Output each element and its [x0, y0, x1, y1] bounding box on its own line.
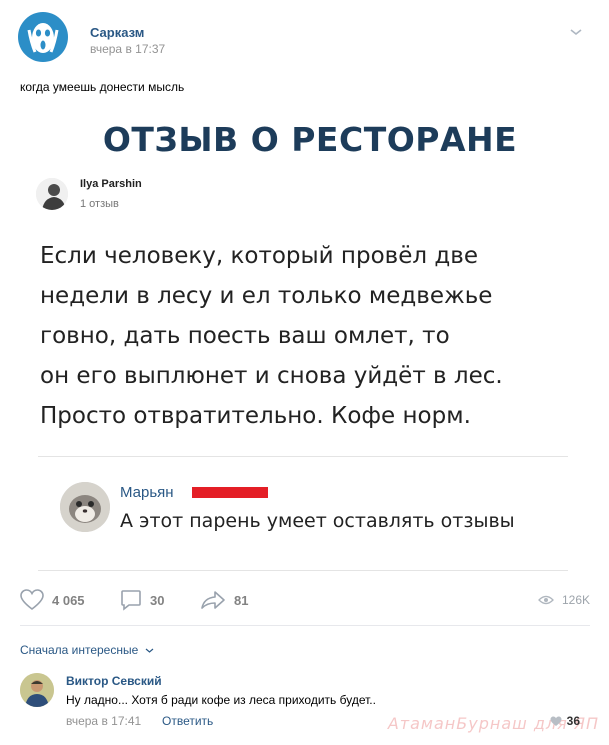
avatar[interactable] — [20, 673, 54, 707]
post-text: когда умеешь донести мысль — [20, 80, 185, 94]
post-header: Сарказм вчера в 17:37 — [18, 12, 593, 64]
group-name[interactable]: Сарказм — [90, 25, 144, 40]
like-count: 4 065 — [52, 592, 85, 608]
comment-text: Ну ладно... Хотя б ради кофе из леса при… — [66, 693, 376, 707]
author-avatar — [36, 178, 68, 210]
eye-icon — [538, 595, 554, 605]
author-review-count: 1 отзыв — [80, 198, 119, 210]
like-button[interactable]: 4 065 — [20, 588, 85, 612]
views-count: 126K — [561, 593, 590, 607]
review-line: говно, дать поесть ваш омлет, то — [40, 323, 450, 349]
reply-text: А этот парень умеет оставлять отзывы — [120, 510, 515, 532]
share-button[interactable]: 81 — [200, 588, 248, 612]
comment-sort-dropdown[interactable]: Сначала интересные — [20, 643, 154, 657]
review-image[interactable]: ОТЗЫВ О РЕСТОРАНЕ Ilya Parshin 1 отзыв Е… — [20, 110, 590, 580]
post-time[interactable]: вчера в 17:37 — [90, 42, 165, 56]
redaction-bar — [192, 487, 268, 498]
share-icon — [201, 591, 225, 609]
comment-author[interactable]: Виктор Севский — [66, 674, 162, 688]
comment-like-count: 36 — [566, 714, 580, 728]
divider — [38, 456, 568, 457]
divider — [20, 625, 590, 626]
card-title: ОТЗЫВ О РЕСТОРАНЕ — [102, 120, 518, 159]
reply-author: Марьян — [120, 484, 174, 501]
post-actions: 4 065 30 81 126K — [20, 588, 590, 616]
review-line: Просто отвратительно. Кофе норм. — [40, 403, 471, 429]
comment-like-button[interactable]: 36 — [550, 714, 580, 728]
heart-icon — [550, 716, 562, 726]
comment-icon — [121, 590, 141, 611]
heart-icon — [20, 589, 44, 611]
review-line: он его выплюнет и снова уйдёт в лес. — [40, 363, 503, 389]
comment-count: 30 — [150, 592, 165, 608]
group-avatar[interactable] — [18, 12, 68, 62]
divider — [38, 570, 568, 571]
comment-button[interactable]: 30 — [120, 588, 164, 612]
reply-avatar — [60, 482, 110, 532]
reply-link[interactable]: Ответить — [162, 714, 213, 728]
chevron-down-icon — [145, 648, 154, 653]
comment-time[interactable]: вчера в 17:41 — [66, 714, 141, 728]
author-name: Ilya Parshin — [80, 178, 142, 190]
review-line: недели в лесу и ел только медвежье — [40, 283, 493, 309]
views-counter: 126K — [538, 588, 590, 612]
chevron-down-icon[interactable] — [569, 24, 583, 42]
share-count: 81 — [234, 592, 249, 608]
scream-icon — [27, 23, 59, 53]
review-text: Если человеку, который провёл две недели… — [40, 236, 560, 436]
sort-label: Сначала интересные — [20, 643, 139, 657]
review-line: Если человеку, который провёл две — [40, 243, 478, 269]
